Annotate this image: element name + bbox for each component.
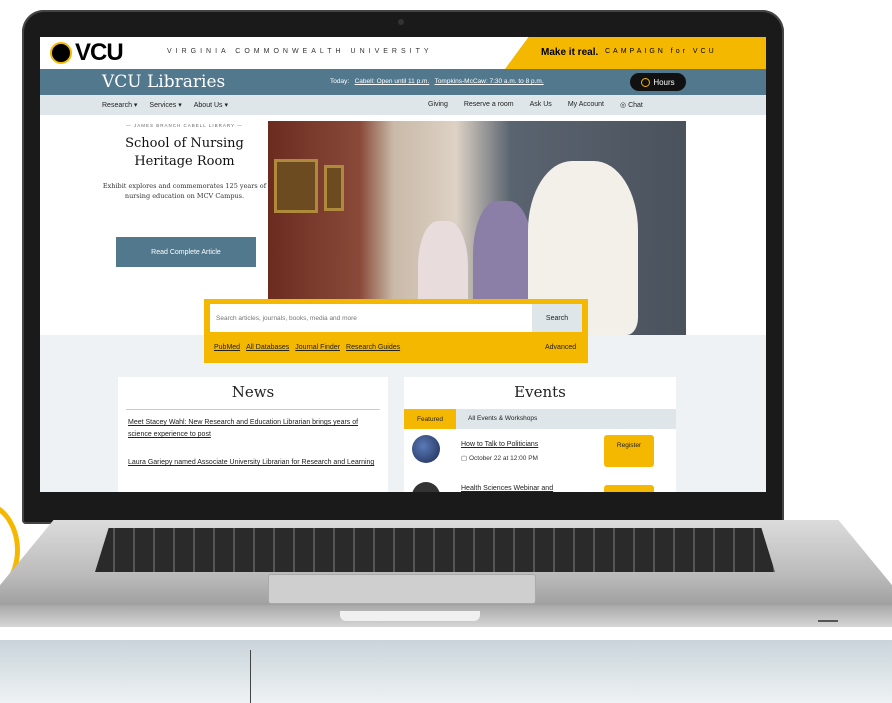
nav-menu-left: Research ▾ Services ▾ About Us ▾ — [102, 101, 228, 109]
library-header: VCU Libraries Today: Cabell: Open until … — [40, 69, 766, 95]
vcu-brand-bar: VCU VIRGINIA COMMONWEALTH UNIVERSITY Mak… — [40, 37, 766, 69]
link-research-guides[interactable]: Research Guides — [346, 344, 400, 351]
event-title[interactable]: Health Sciences Webinar and — [461, 485, 553, 492]
hero-title: School of Nursing Heritage Room — [125, 136, 244, 169]
link-pubmed[interactable]: PubMed — [214, 344, 240, 351]
event-date: ▢ October 22 at 12:00 PM — [461, 454, 538, 462]
events-tabs: Featured All Events & Workshops — [404, 409, 676, 429]
laptop-status-light — [818, 620, 838, 622]
cabell-hours-link[interactable]: Cabell: Open until 11 p.m. — [355, 78, 430, 85]
nav-ask-us[interactable]: Ask Us — [530, 101, 552, 109]
desk-divider — [250, 650, 251, 703]
nav-chat-label: Chat — [628, 102, 643, 109]
campaign-tagline: Make it real. — [541, 47, 599, 58]
tab-all-events[interactable]: All Events & Workshops — [468, 415, 537, 422]
news-item[interactable]: Meet Stacey Wahl: New Research and Educa… — [128, 417, 378, 441]
hero-feature: — JAMES BRANCH CABELL LIBRARY — School o… — [102, 123, 267, 201]
vcu-logo[interactable]: VCU — [50, 39, 124, 66]
vcu-seal-icon — [50, 42, 72, 64]
read-article-button[interactable]: Read Complete Article — [116, 237, 256, 267]
calendar-icon: ▢ — [461, 455, 469, 462]
news-divider — [126, 409, 380, 410]
nav-chat[interactable]: ◎ Chat — [620, 101, 643, 109]
event-thumbnail — [412, 482, 440, 492]
todays-hours: Today: Cabell: Open until 11 p.m. Tompki… — [330, 78, 544, 85]
search-panel: Search PubMed All Databases Journal Find… — [204, 299, 588, 363]
register-button[interactable]: Register — [604, 435, 654, 467]
today-label: Today: — [330, 78, 350, 85]
browser-screen: VCU VIRGINIA COMMONWEALTH UNIVERSITY Mak… — [40, 37, 766, 492]
site-title[interactable]: VCU Libraries — [102, 72, 225, 92]
news-panel: News Meet Stacey Wahl: New Research and … — [118, 377, 388, 492]
laptop-trackpad — [268, 574, 536, 604]
link-journal-finder[interactable]: Journal Finder — [295, 344, 340, 351]
news-heading: News — [231, 383, 275, 401]
nav-research[interactable]: Research ▾ — [102, 101, 137, 109]
nav-reserve-room[interactable]: Reserve a room — [464, 101, 514, 109]
nav-about-us[interactable]: About Us ▾ — [194, 101, 228, 109]
photo-stage: VCU VIRGINIA COMMONWEALTH UNIVERSITY Mak… — [0, 0, 892, 703]
quick-links: PubMed All Databases Journal Finder Rese… — [214, 344, 400, 351]
link-all-databases[interactable]: All Databases — [246, 344, 289, 351]
tab-featured[interactable]: Featured — [404, 409, 456, 429]
news-item[interactable]: Laura Gariepy named Associate University… — [128, 457, 378, 469]
laptop-lid-notch — [340, 611, 480, 621]
hero-kicker: — JAMES BRANCH CABELL LIBRARY — — [126, 123, 243, 128]
nav-giving[interactable]: Giving — [428, 101, 448, 109]
hours-button[interactable]: Hours — [630, 73, 686, 91]
desk-surface — [0, 640, 892, 703]
nav-services[interactable]: Services ▾ — [149, 101, 181, 109]
chat-icon: ◎ — [620, 102, 629, 109]
nav-menu-right: Giving Reserve a room Ask Us My Account … — [428, 101, 643, 109]
search-input[interactable] — [210, 304, 532, 332]
event-title[interactable]: How to Talk to Politicians — [461, 441, 538, 448]
tompkins-hours-link[interactable]: Tompkins-McCaw: 7:30 a.m. to 8 p.m. — [435, 78, 544, 85]
register-button[interactable] — [604, 485, 654, 492]
main-navigation: Research ▾ Services ▾ About Us ▾ Giving … — [40, 95, 766, 115]
webcam-icon — [398, 19, 404, 25]
laptop-keyboard — [95, 528, 775, 572]
search-button[interactable]: Search — [532, 304, 582, 332]
campaign-banner[interactable]: Make it real. CAMPAIGN for VCU — [505, 37, 766, 69]
advanced-search-link[interactable]: Advanced — [545, 344, 576, 351]
vcu-logo-text: VCU — [75, 39, 124, 66]
event-date-text: October 22 at 12:00 PM — [468, 455, 538, 462]
portrait-frame — [274, 159, 318, 213]
university-name: VIRGINIA COMMONWEALTH UNIVERSITY — [167, 48, 433, 55]
campaign-name: CAMPAIGN for VCU — [605, 48, 717, 55]
hero-description: Exhibit explores and commemorates 125 ye… — [102, 182, 267, 200]
clock-icon — [641, 77, 651, 87]
nav-my-account[interactable]: My Account — [568, 101, 604, 109]
event-thumbnail — [412, 435, 440, 463]
events-heading: Events — [514, 383, 566, 401]
portrait-frame — [324, 165, 344, 211]
events-panel: Events Featured All Events & Workshops H… — [404, 377, 676, 492]
hours-button-label: Hours — [653, 77, 675, 87]
